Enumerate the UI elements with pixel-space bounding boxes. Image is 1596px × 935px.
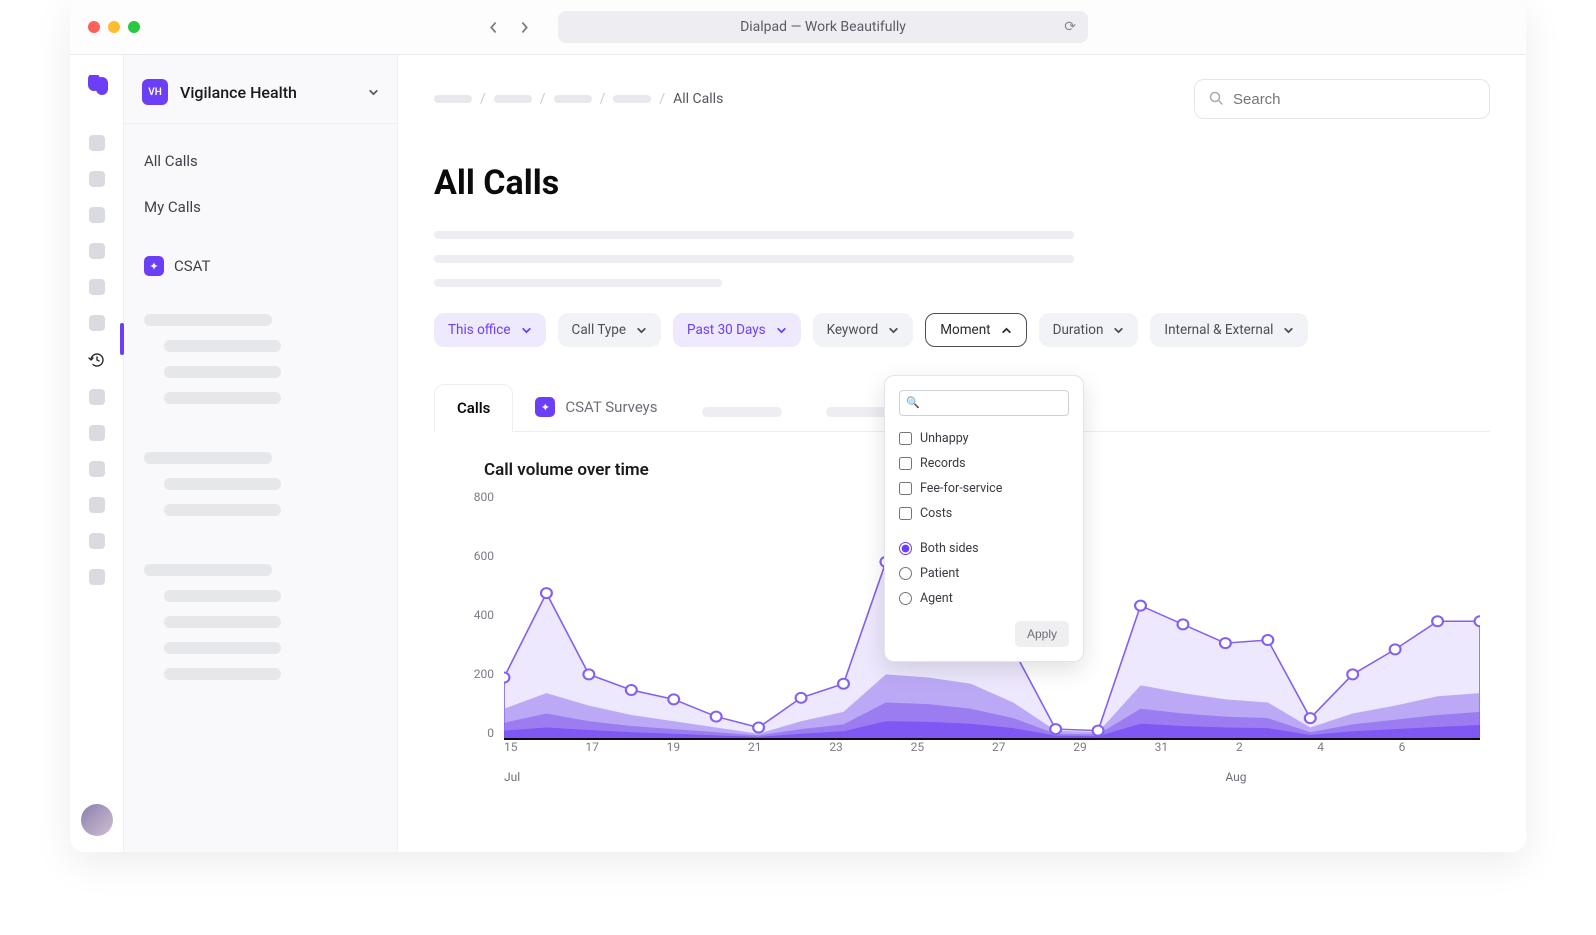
- traffic-lights: [88, 21, 140, 33]
- rail-item-12[interactable]: [89, 569, 105, 585]
- moment-search-input[interactable]: [899, 390, 1069, 416]
- titlebar: Dialpad — Work Beautifully ⟳: [70, 0, 1526, 55]
- rail-item-6[interactable]: [89, 315, 105, 331]
- address-title: Dialpad — Work Beautifully: [740, 19, 906, 35]
- tab-calls[interactable]: Calls: [434, 384, 513, 432]
- workspace-switcher[interactable]: VH Vigilance Health: [124, 71, 397, 124]
- breadcrumb-current: All Calls: [673, 91, 723, 107]
- moment-side-option[interactable]: Both sides: [899, 536, 1069, 561]
- back-button[interactable]: [488, 18, 499, 37]
- app-body: VH Vigilance Health All Calls My Calls ✦…: [70, 55, 1526, 852]
- reload-icon[interactable]: ⟳: [1064, 19, 1076, 35]
- close-window-button[interactable]: [88, 21, 100, 33]
- search-icon: [1209, 90, 1223, 109]
- search-field[interactable]: [1194, 79, 1490, 119]
- search-icon: 🔍: [906, 396, 920, 409]
- chevron-down-icon: [368, 83, 379, 102]
- rail-item-5[interactable]: [89, 279, 105, 295]
- page-title: All Calls: [434, 163, 1490, 203]
- sidebar-item-label: CSAT: [174, 257, 210, 275]
- address-bar[interactable]: Dialpad — Work Beautifully ⟳: [558, 11, 1088, 43]
- filter-scope[interactable]: Internal & External: [1150, 313, 1308, 347]
- rail-item-3[interactable]: [89, 207, 105, 223]
- chart-x-axis: 151719212325272931246JulAug: [504, 740, 1480, 780]
- rail-item-4[interactable]: [89, 243, 105, 259]
- sidebar-item-csat[interactable]: ✦ CSAT: [124, 244, 397, 288]
- rail-active-indicator: [120, 323, 124, 355]
- sidebar-item-all-calls[interactable]: All Calls: [124, 140, 397, 182]
- rail-item-1[interactable]: [89, 135, 105, 151]
- minimize-window-button[interactable]: [108, 21, 120, 33]
- filter-call-type[interactable]: Call Type: [558, 313, 662, 347]
- rail-item-9[interactable]: [89, 461, 105, 477]
- chart-y-axis: 8006004002000: [454, 490, 494, 740]
- forward-button[interactable]: [519, 18, 530, 37]
- sidebar: VH Vigilance Health All Calls My Calls ✦…: [124, 55, 398, 852]
- nav-arrows: [488, 18, 530, 37]
- workspace-name: Vigilance Health: [180, 83, 356, 102]
- user-avatar[interactable]: [81, 804, 113, 836]
- filter-duration[interactable]: Duration: [1039, 313, 1139, 347]
- workspace-badge: VH: [142, 79, 168, 105]
- rail-item-7[interactable]: [89, 389, 105, 405]
- moment-side-option[interactable]: Patient: [899, 561, 1069, 586]
- moment-option[interactable]: Costs: [899, 501, 1069, 526]
- sidebar-placeholder-group-1: [124, 292, 397, 426]
- history-icon[interactable]: [88, 351, 106, 369]
- sidebar-item-my-calls[interactable]: My Calls: [124, 186, 397, 228]
- csat-icon: ✦: [144, 256, 164, 276]
- tab-csat-surveys[interactable]: ✦ CSAT Surveys: [513, 383, 679, 431]
- filter-office[interactable]: This office: [434, 313, 546, 347]
- rail-item-2[interactable]: [89, 171, 105, 187]
- search-input[interactable]: [1233, 91, 1475, 108]
- moment-option[interactable]: Records: [899, 451, 1069, 476]
- logo-icon: [84, 75, 110, 95]
- subtitle-placeholder: [434, 231, 1074, 287]
- filter-date-range[interactable]: Past 30 Days: [673, 313, 801, 347]
- rail-item-8[interactable]: [89, 425, 105, 441]
- rail-item-10[interactable]: [89, 497, 105, 513]
- sidebar-placeholder-group-3: [124, 542, 397, 702]
- filter-row: This office Call Type Past 30 Days Keywo…: [434, 313, 1490, 347]
- main-content: / / / / All Calls All Calls This office: [398, 55, 1526, 852]
- app-window: Dialpad — Work Beautifully ⟳: [70, 0, 1526, 852]
- filter-keyword[interactable]: Keyword: [813, 313, 914, 347]
- filter-moment[interactable]: Moment: [925, 313, 1026, 347]
- moment-dropdown: 🔍 Unhappy Records Fee-for-service Costs …: [884, 375, 1084, 662]
- sidebar-placeholder-group-2: [124, 430, 397, 538]
- moment-option[interactable]: Unhappy: [899, 426, 1069, 451]
- apply-button[interactable]: Apply: [1015, 621, 1069, 647]
- csat-icon: ✦: [535, 397, 555, 417]
- moment-side-option[interactable]: Agent: [899, 586, 1069, 611]
- tab-placeholder-1[interactable]: [680, 393, 804, 431]
- breadcrumb: / / / / All Calls: [434, 91, 723, 107]
- rail-item-11[interactable]: [89, 533, 105, 549]
- moment-option[interactable]: Fee-for-service: [899, 476, 1069, 501]
- maximize-window-button[interactable]: [128, 21, 140, 33]
- left-rail: [70, 55, 124, 852]
